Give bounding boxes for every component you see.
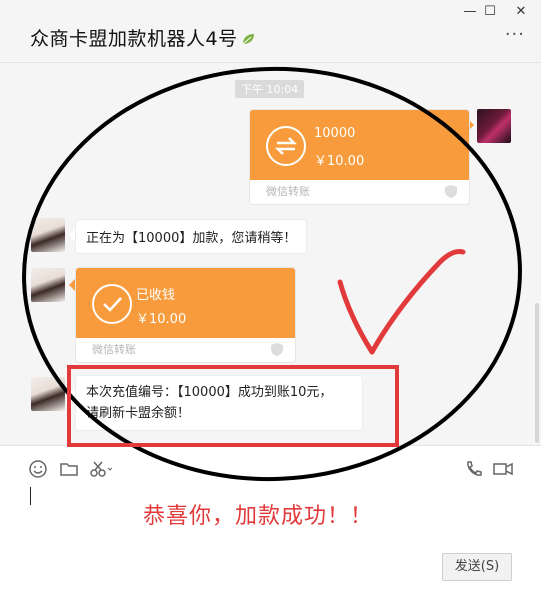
- congrats-overlay-text: 恭喜你，加款成功！！: [143, 504, 374, 529]
- screenshot-scissors-icon[interactable]: [89, 459, 113, 479]
- bot-message-bubble[interactable]: 正在为【10000】加款，您请稍等！: [75, 219, 308, 254]
- close-button[interactable]: ✕: [509, 2, 533, 22]
- transfer-status: 已收钱: [136, 288, 176, 303]
- text-input-caret[interactable]: [30, 487, 31, 505]
- bot-avatar[interactable]: [31, 377, 65, 411]
- message-timestamp: 下午 10:04: [235, 80, 305, 98]
- bot-avatar[interactable]: [31, 268, 65, 302]
- bot-message-text: 正在为【10000】加款，您请稍等！: [86, 231, 297, 246]
- bot-message-line: 请刷新卡盟余额！: [86, 406, 191, 421]
- more-options-button[interactable]: ···: [505, 26, 525, 44]
- emoji-icon[interactable]: [28, 459, 48, 479]
- transfer-price: ￥10.00: [136, 312, 187, 327]
- shield-icon: [445, 185, 457, 198]
- bot-message-bubble[interactable]: 本次充值编号：【10000】成功到账10元， 请刷新卡盟余额！: [75, 375, 363, 431]
- chat-messages[interactable]: 下午 10:04 10000 ￥10.00 微信转账 正在为【10000】加款，…: [0, 63, 541, 445]
- received-transfer-card[interactable]: 已收钱 ￥10.00 微信转账: [75, 267, 296, 363]
- shield-icon: [271, 343, 283, 356]
- folder-icon[interactable]: [59, 459, 79, 479]
- transfer-footer: 微信转账: [92, 343, 136, 356]
- bot-message-line: 本次充值编号：【10000】成功到账10元，: [86, 385, 333, 400]
- chat-title: 众商卡盟加款机器人4号: [30, 24, 255, 51]
- transfer-price: ￥10.00: [314, 154, 365, 169]
- leaf-icon: [241, 29, 255, 51]
- transfer-arrows-icon: [266, 126, 306, 166]
- chat-title-text: 众商卡盟加款机器人4号: [30, 28, 238, 50]
- sent-transfer-card[interactable]: 10000 ￥10.00 微信转账: [249, 109, 470, 205]
- bot-avatar[interactable]: [31, 218, 65, 252]
- chat-scrollbar[interactable]: [535, 303, 539, 443]
- video-call-icon[interactable]: [492, 459, 514, 479]
- maximize-button[interactable]: ☐: [478, 2, 502, 22]
- title-bar: 众商卡盟加款机器人4号 — ☐ ✕ ···: [0, 0, 541, 63]
- transfer-amount: 10000: [314, 126, 356, 141]
- check-icon: [92, 284, 132, 324]
- voice-call-icon[interactable]: [464, 459, 484, 479]
- composer-panel: 恭喜你，加款成功！！ 发送(S): [0, 445, 541, 589]
- self-avatar[interactable]: [477, 109, 511, 143]
- send-button[interactable]: 发送(S): [442, 553, 512, 581]
- transfer-footer: 微信转账: [266, 185, 310, 198]
